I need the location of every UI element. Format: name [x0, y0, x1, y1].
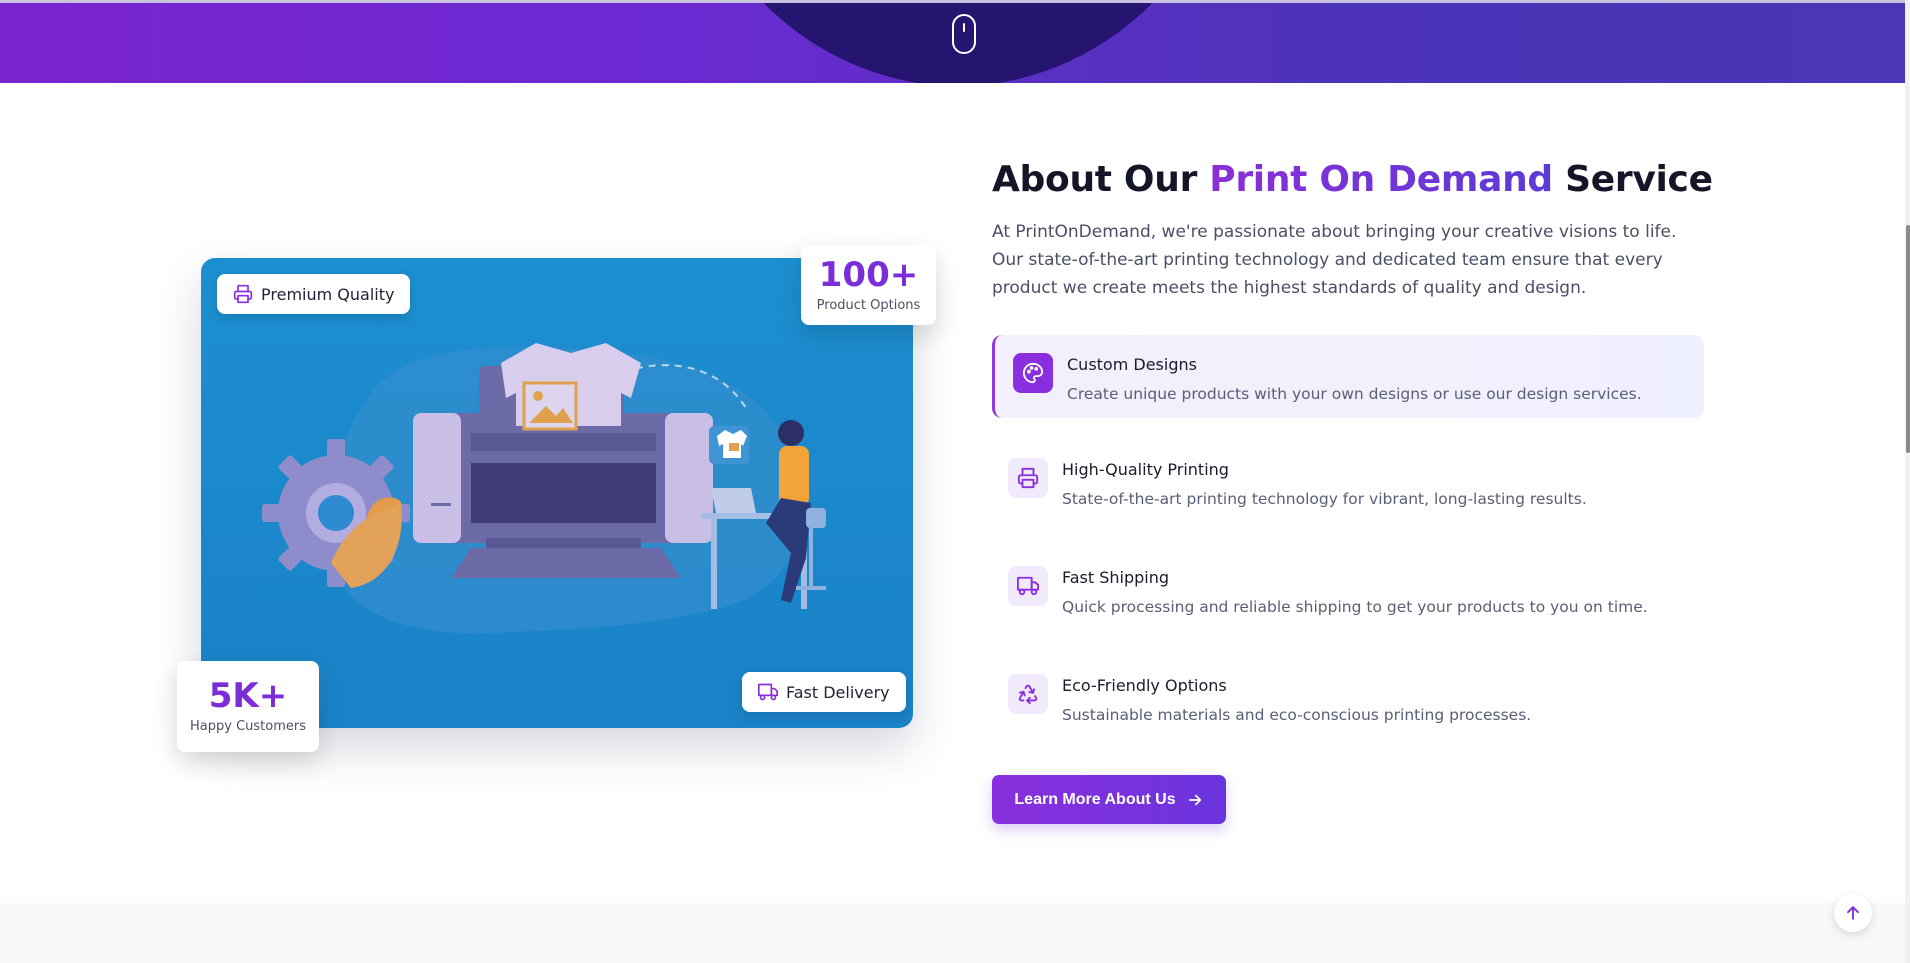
- page-scrollbar[interactable]: [1905, 0, 1910, 963]
- next-section-band: [0, 903, 1905, 963]
- feature-description: State-of-the-art printing technology for…: [1062, 490, 1587, 508]
- palette-icon: [1013, 353, 1053, 393]
- printer-icon: [1008, 458, 1048, 498]
- truck-icon: [758, 683, 778, 701]
- title-accent: Print On Demand: [1209, 159, 1553, 200]
- feature-title: Custom Designs: [1067, 355, 1197, 374]
- feature-description: Quick processing and reliable shipping t…: [1062, 598, 1648, 616]
- premium-quality-label: Premium Quality: [261, 284, 395, 304]
- product-options-value: 100+: [818, 254, 919, 295]
- fast-delivery-badge: Fast Delivery: [742, 672, 906, 712]
- learn-more-label: Learn More About Us: [1014, 790, 1176, 808]
- feature-fast-shipping[interactable]: Fast Shipping Quick processing and relia…: [992, 566, 1704, 617]
- back-to-top-button[interactable]: [1834, 894, 1872, 932]
- feature-custom-designs[interactable]: Custom Designs Create unique products wi…: [992, 335, 1704, 418]
- product-options-stat: 100+ Product Options: [801, 245, 936, 325]
- fast-delivery-label: Fast Delivery: [786, 682, 890, 702]
- happy-customers-stat: 5K+ Happy Customers: [177, 661, 319, 752]
- feature-title: High-Quality Printing: [1062, 460, 1229, 479]
- product-options-label: Product Options: [816, 297, 921, 313]
- recycle-icon: [1008, 674, 1048, 714]
- about-illustration-card: [201, 258, 913, 728]
- feature-description: Create unique products with your own des…: [1067, 385, 1642, 403]
- printer-icon: [233, 284, 253, 304]
- arrow-right-icon: [1188, 794, 1201, 805]
- title-prefix: About Our: [992, 159, 1210, 200]
- printing-illustration: [262, 343, 826, 634]
- truck-icon: [1008, 566, 1048, 606]
- title-suffix: Service: [1552, 159, 1713, 200]
- happy-customers-label: Happy Customers: [190, 719, 306, 734]
- about-intro-text: At PrintOnDemand, we're passionate about…: [992, 222, 1677, 298]
- learn-more-button[interactable]: Learn More About Us: [992, 775, 1226, 824]
- hero-banner-bottom: [0, 0, 1905, 83]
- feature-eco-friendly[interactable]: Eco-Friendly Options Sustainable materia…: [992, 674, 1704, 725]
- happy-customers-value: 5K+: [208, 676, 288, 716]
- premium-quality-badge: Premium Quality: [217, 274, 411, 314]
- feature-title: Fast Shipping: [1062, 568, 1170, 587]
- mouse-scroll-icon[interactable]: [952, 14, 976, 54]
- feature-title: Eco-Friendly Options: [1062, 676, 1227, 695]
- scrollbar-thumb[interactable]: [1906, 225, 1910, 453]
- about-section-title: About Our Print On Demand Service: [992, 159, 1713, 200]
- arrow-up-icon: [1847, 906, 1859, 920]
- feature-description: Sustainable materials and eco-conscious …: [1062, 706, 1532, 724]
- feature-high-quality-printing[interactable]: High-Quality Printing State-of-the-art p…: [992, 458, 1704, 509]
